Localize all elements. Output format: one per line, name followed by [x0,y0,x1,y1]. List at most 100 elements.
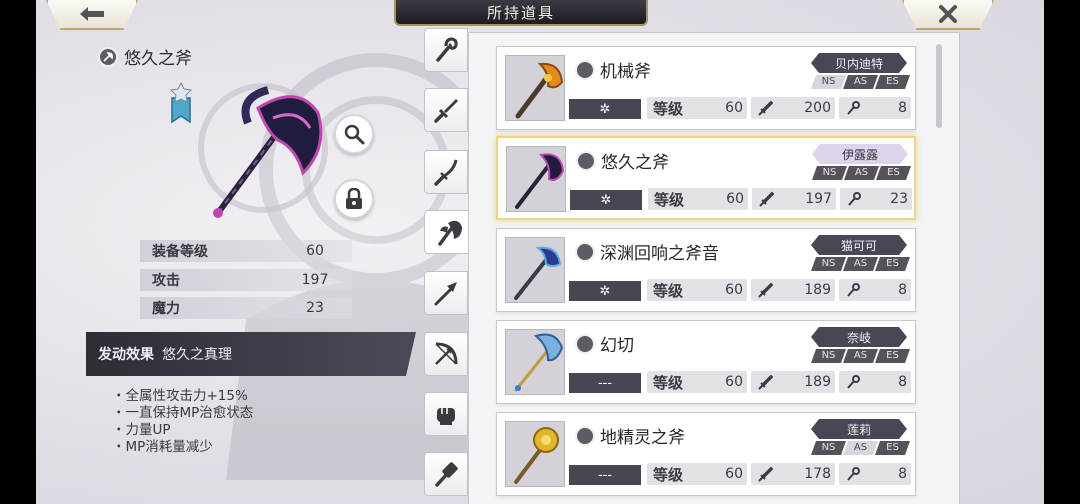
attack-value: 178 [804,466,831,482]
hammer-icon [435,462,458,487]
close-button[interactable] [902,0,994,30]
magic-stat: 8 [839,97,911,119]
page-title: 所持道具 [394,0,648,26]
axe-type-icon [575,333,595,354]
axe-type-icon [575,59,595,80]
level-value: 60 [725,374,743,390]
screen-edge-left [0,0,36,504]
level-value: 60 [725,100,743,116]
character-badge: 奈岐 [811,327,907,347]
level-stat: 等级 60 [647,371,747,393]
skill-tags: NS AS ES [811,75,907,89]
skill-tags: NS AS ES [811,441,907,455]
level-stat: 等级 60 [647,97,747,119]
tab-sword[interactable] [424,88,468,132]
item-name-row: 机械斧 [575,57,651,82]
gnome-axe-icon [514,427,559,484]
item-name-row: 地精灵之斧 [575,423,685,448]
item-card[interactable]: 深渊回响之斧音 猫可可 NS AS ES ✲ 等级 60 189 8 [496,228,916,312]
item-thumbnail [505,55,565,121]
level-label: 等级 [653,281,684,300]
sword-icon [434,99,458,123]
tag-ns: NS [812,166,847,180]
list-scrollbar[interactable] [936,44,942,128]
tab-hammer[interactable] [424,452,468,496]
lock-icon [346,188,362,209]
tag-ns: NS [811,349,846,363]
magic-stat: 8 [839,371,911,393]
level-value: 60 [725,282,743,298]
axe-type-icon [576,150,596,171]
selected-item-name: 悠久之斧 [124,49,192,69]
selected-item-title: 悠久之斧 [98,44,192,69]
attack-icon [758,374,773,390]
tag-es: ES [875,257,910,271]
level-stat: 等级 60 [647,279,747,301]
level-label: 等级 [653,99,684,118]
tag-as: AS [844,166,879,180]
tab-fist[interactable] [424,392,468,436]
spear-icon [434,282,457,306]
axe-type-icon [575,425,595,446]
attack-value: 189 [804,282,831,298]
item-name: 深渊回响之斧音 [600,244,719,264]
phantom-cut-axe-icon [514,333,564,392]
back-button[interactable] [46,0,138,30]
effect-line: ・力量UP [112,422,171,438]
character-badge: 伊露露 [812,144,908,164]
tab-axe[interactable] [424,210,472,254]
attack-stat: 197 [752,188,836,210]
effect-line: ・全属性攻击力+15% [112,388,248,404]
item-name: 地精灵之斧 [600,428,685,448]
magic-icon [848,192,861,206]
tag-as: AS [843,349,878,363]
attack-value: 197 [805,191,832,207]
back-arrow-icon [80,7,104,21]
tab-bow[interactable] [424,332,468,376]
magic-icon [847,375,860,389]
effect-list: ・全属性攻击力+15% ・一直保持MP治愈状态 ・力量UP ・MP消耗量减少 [112,388,253,456]
item-card[interactable]: 机械斧 贝内迪特 NS AS ES ✲ 等级 60 200 8 [496,46,916,130]
tag-es: ES [875,441,910,455]
attack-icon [759,191,774,207]
stat-attack: 攻击 197 [140,269,352,291]
stat-magic: 魔力 23 [140,297,352,319]
level-stat: 等级 60 [647,463,747,485]
item-card[interactable]: 幻切 奈岐 NS AS ES --- 等级 60 189 8 [496,320,916,404]
stat-value: 23 [306,300,324,316]
skill-tags: NS AS ES [812,166,908,180]
stat-label: 魔力 [152,301,180,317]
tab-katana[interactable] [424,150,468,194]
tag-as: AS [843,441,878,455]
tab-staff[interactable] [424,28,468,72]
close-x-icon [939,5,957,23]
tag-as: AS [843,75,878,89]
magic-icon [847,467,860,481]
effect-indicator: --- [569,373,641,393]
magnifier-icon [344,124,365,145]
item-name-row: 悠久之斧 [576,148,669,173]
tab-spear[interactable] [424,271,468,315]
item-name: 机械斧 [600,62,651,82]
magic-value: 8 [898,100,907,116]
abyss-axe-icon [514,246,562,300]
item-name-row: 深渊回响之斧音 [575,239,719,264]
item-thumbnail [505,237,565,303]
selected-weapon-image [198,83,328,218]
tag-ns: NS [811,441,846,455]
item-card-selected[interactable]: 悠久之斧 伊露露 NS AS ES ✲ 等级 60 197 23 [496,136,916,220]
effect-indicator: --- [569,465,641,485]
fist-icon [437,408,455,425]
eternal-axe-icon [515,153,565,209]
magic-stat: 8 [839,463,911,485]
attack-stat: 200 [751,97,835,119]
tag-es: ES [876,166,911,180]
item-card[interactable]: 地精灵之斧 莲莉 NS AS ES --- 等级 60 178 8 [496,412,916,496]
item-thumbnail [505,421,565,487]
zoom-view-button[interactable] [334,114,374,154]
level-value: 60 [725,466,743,482]
magic-stat: 8 [839,279,911,301]
lock-button[interactable] [334,179,374,219]
item-name: 悠久之斧 [601,153,669,173]
stat-value: 197 [301,272,329,288]
